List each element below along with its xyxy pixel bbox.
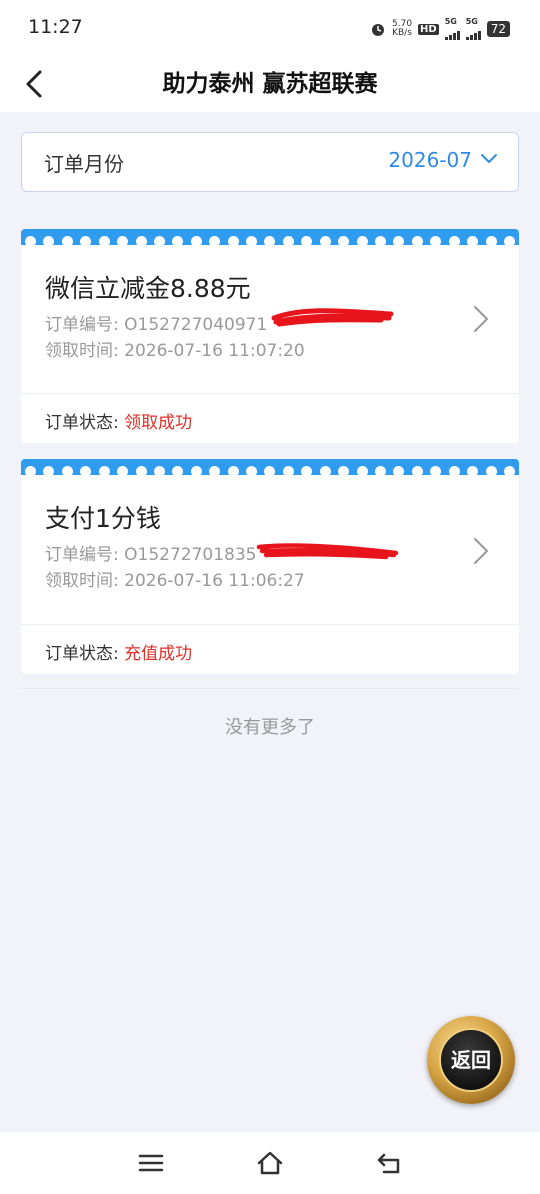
order-card[interactable]: 支付1分钱 订单编号: O15272701835 领取时间: 2026-07-1…: [21, 459, 519, 674]
hd-icon: HD: [418, 23, 439, 35]
system-nav-bar: [0, 1132, 540, 1194]
nav-bar: 助力泰州 赢苏超联赛: [0, 56, 540, 112]
month-filter-value[interactable]: 2026-07: [388, 148, 472, 172]
redaction-scribble: [271, 308, 394, 327]
alarm-icon: [372, 24, 384, 36]
month-filter-label: 订单月份: [44, 152, 124, 176]
page-title: 助力泰州 赢苏超联赛: [162, 71, 378, 97]
return-button[interactable]: 返回: [427, 1016, 515, 1104]
order-number-row: 订单编号: O152727040971: [45, 315, 268, 335]
month-filter[interactable]: 订单月份 2026-07: [21, 132, 519, 192]
return-button-label[interactable]: 返回: [439, 1028, 503, 1092]
battery-icon: 72: [486, 21, 510, 37]
order-name: 微信立减金8.88元: [45, 274, 251, 303]
divider: [21, 393, 519, 394]
signal-icon: 5G: [444, 18, 460, 40]
claim-time-row: 领取时间: 2026-07-16 11:06:27: [45, 571, 305, 591]
order-number: O152727040971: [124, 315, 268, 335]
order-status: 领取成功: [124, 413, 193, 433]
home-icon[interactable]: [256, 1150, 284, 1176]
redaction-scribble: [256, 543, 399, 560]
order-status: 充值成功: [124, 644, 193, 664]
status-bar: 11:27 5.70 KB/s HD 5G 5G 72: [0, 0, 540, 56]
ticket-stripe: [21, 229, 519, 247]
order-card[interactable]: 微信立减金8.88元 订单编号: O152727040971 领取时间: 202…: [21, 229, 519, 443]
order-number: O15272701835: [124, 545, 257, 565]
order-name: 支付1分钱: [45, 504, 161, 533]
chevron-right-icon[interactable]: [473, 305, 489, 333]
ticket-stripe: [21, 459, 519, 477]
divider: [21, 688, 519, 689]
chevron-right-icon[interactable]: [473, 537, 489, 565]
order-status-row: 订单状态: 充值成功: [45, 644, 193, 664]
net-speed: 5.70 KB/s: [392, 19, 413, 38]
claim-time: 2026-07-16 11:06:27: [124, 571, 305, 591]
menu-icon[interactable]: [137, 1150, 165, 1176]
chevron-down-icon[interactable]: [480, 153, 498, 165]
divider: [21, 624, 519, 625]
claim-time-row: 领取时间: 2026-07-16 11:07:20: [45, 341, 305, 361]
signal-icon: 5G: [465, 18, 481, 40]
back-icon[interactable]: [376, 1150, 404, 1176]
clock: 11:27: [28, 16, 83, 38]
order-status-row: 订单状态: 领取成功: [45, 413, 193, 433]
order-number-row: 订单编号: O15272701835: [45, 545, 257, 565]
status-icons: 5.70 KB/s HD 5G 5G 72: [370, 18, 510, 40]
claim-time: 2026-07-16 11:07:20: [124, 341, 305, 361]
no-more-text: 没有更多了: [225, 717, 315, 738]
